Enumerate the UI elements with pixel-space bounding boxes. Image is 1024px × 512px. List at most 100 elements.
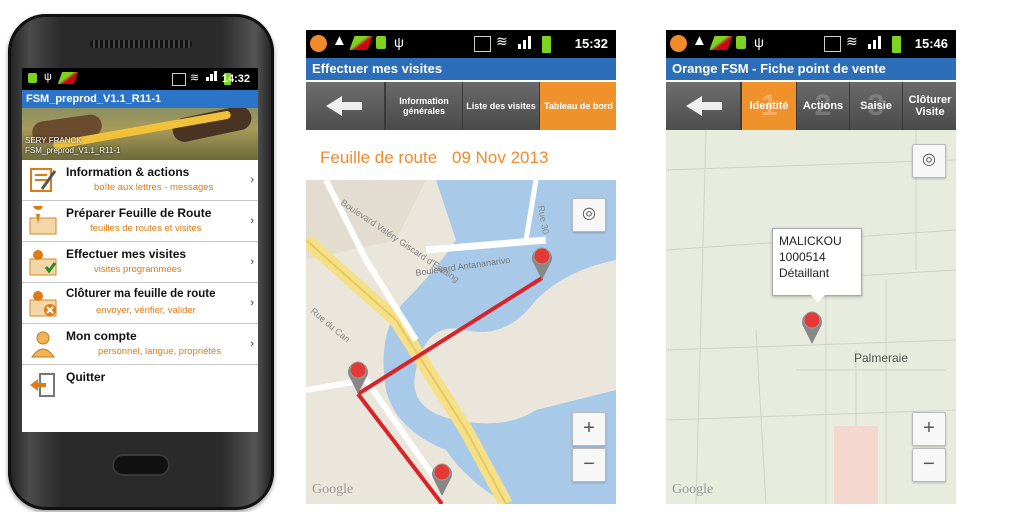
back-button[interactable] <box>306 82 385 130</box>
route-sheet-date: 09 Nov 2013 <box>452 148 549 167</box>
app-title: Effectuer mes visites <box>306 58 616 80</box>
zoom-in-button[interactable]: + <box>912 412 946 446</box>
banner-image: SERY FRANCK FSM_preprod_V1.1_R11-1 <box>22 108 258 160</box>
map-pin-icon[interactable] <box>802 311 822 344</box>
my-location-button[interactable]: ◎ <box>912 144 946 178</box>
orange-app-icon <box>670 35 687 52</box>
map-canvas: Boulevard Valéry Giscard d'Estaing Boule… <box>306 180 616 504</box>
vibrate-icon <box>474 36 491 52</box>
phone1-screen: ψ ≋ 14:32 FSM_preprod_V1.1_R11-1 SERY FR… <box>22 68 258 432</box>
signal-icon <box>206 71 220 85</box>
menu-item-title: Quitter <box>66 370 106 384</box>
menu-item-information-actions[interactable]: Information & actions boîte aux lettres … <box>22 160 258 201</box>
pos-type: Détaillant <box>779 266 830 280</box>
usb-icon: ψ <box>754 34 764 50</box>
zoom-in-button[interactable]: + <box>572 412 606 446</box>
signal-icon <box>868 35 884 53</box>
tab-actions[interactable]: 2 Actions <box>796 82 849 130</box>
my-location-button[interactable]: ◎ <box>572 198 606 232</box>
tab-tableau-de-bord[interactable]: Tableau de bord <box>539 82 616 130</box>
google-watermark: Google <box>312 482 354 497</box>
wifi-icon: ≋ <box>846 33 858 49</box>
speaker-grille <box>90 40 192 48</box>
tab-label: Identité <box>749 100 789 112</box>
map-visits-icon <box>29 250 57 276</box>
menu-item-title: Préparer Feuille de Route <box>66 206 212 220</box>
menu-item-preparer-feuille[interactable]: Préparer Feuille de Route feuilles de ro… <box>22 201 258 242</box>
zoom-out-button[interactable]: − <box>912 448 946 482</box>
chevron-right-icon: › <box>250 256 254 268</box>
menu-item-mon-compte[interactable]: Mon compte personnel, langue, propriétés… <box>22 324 258 365</box>
status-time: 15:46 <box>914 36 948 51</box>
menu-item-quitter[interactable]: Quitter <box>22 365 258 405</box>
pos-info-callout[interactable]: MALICKOU 1000514 Détaillant <box>772 228 862 303</box>
wifi-icon: ≋ <box>190 72 200 84</box>
menu-item-subtitle: envoyer, vérifier, valider <box>96 305 196 316</box>
app-notification-icon <box>57 72 79 84</box>
chevron-right-icon: › <box>250 297 254 309</box>
menu-item-subtitle: boîte aux lettres - messages <box>94 182 214 193</box>
app-title: FSM_preprod_V1.1_R11-1 <box>22 90 258 108</box>
status-time: 14:32 <box>221 73 250 85</box>
nav-bar: 1 Identité 2 Actions 3 Saisie Clôturer V… <box>666 82 956 130</box>
vibrate-icon <box>824 36 841 52</box>
route-map[interactable]: Boulevard Valéry Giscard d'Estaing Boule… <box>306 180 616 504</box>
status-bar: ▲ ψ ≋ 15:46 <box>666 30 956 58</box>
signal-icon <box>518 35 534 53</box>
area-label: Palmeraie <box>854 351 908 365</box>
user-account-icon <box>31 331 55 358</box>
map-close-icon <box>29 291 57 317</box>
pos-code: 1000514 <box>779 250 826 264</box>
chevron-right-icon: › <box>250 215 254 227</box>
tab-cloturer-visite[interactable]: Clôturer Visite <box>902 82 956 130</box>
home-button[interactable] <box>112 454 170 476</box>
banner-user: SERY FRANCK <box>25 136 82 145</box>
google-watermark: Google <box>672 482 714 497</box>
map-prepare-icon <box>29 206 57 235</box>
orange-app-icon <box>310 35 327 52</box>
app-title: Orange FSM - Fiche point de vente <box>666 58 956 80</box>
status-bar: ▲ ψ ≋ 15:32 <box>306 30 616 58</box>
tab-label: Actions <box>802 100 844 112</box>
tab-identite[interactable]: 1 Identité <box>741 82 796 130</box>
menu-item-cloturer-feuille[interactable]: Clôturer ma feuille de route envoyer, vé… <box>22 283 258 324</box>
tab-information-generales[interactable]: Information générales <box>385 82 462 130</box>
map-block <box>834 426 878 504</box>
android-notification-icon <box>28 73 37 83</box>
warning-icon: ▲ <box>692 32 707 49</box>
usb-icon: ψ <box>44 71 52 83</box>
chevron-right-icon: › <box>250 338 254 350</box>
zoom-out-button[interactable]: − <box>572 448 606 482</box>
menu-item-title: Information & actions <box>66 165 190 179</box>
map-pin-icon[interactable] <box>432 463 452 496</box>
phone2-screen: ▲ ψ ≋ 15:32 Effectuer mes visites Inform… <box>306 30 616 504</box>
menu-item-subtitle: feuilles de routes et visites <box>90 223 202 234</box>
status-time: 15:32 <box>574 36 608 51</box>
menu-item-title: Mon compte <box>66 329 137 343</box>
phone-mockup: ψ ≋ 14:32 FSM_preprod_V1.1_R11-1 SERY FR… <box>8 14 274 510</box>
tab-saisie[interactable]: 3 Saisie <box>849 82 902 130</box>
chevron-right-icon: › <box>250 174 254 186</box>
street-label: Rue du Can <box>309 306 352 345</box>
usb-icon: ψ <box>394 34 404 50</box>
point-of-sale-map[interactable]: Palmeraie MALICKOU 1000514 Détaillant ◎ … <box>666 130 956 504</box>
route-sheet-label: Feuille de route <box>320 148 438 167</box>
tab-label: Saisie <box>860 100 892 112</box>
menu-item-subtitle: visites programmées <box>94 264 182 275</box>
banner-version: FSM_preprod_V1.1_R11-1 <box>25 146 121 155</box>
wifi-icon: ≋ <box>496 33 508 49</box>
app-notification-icon <box>709 36 733 50</box>
menu-item-effectuer-visites[interactable]: Effectuer mes visites visites programmée… <box>22 242 258 283</box>
android-notification-icon <box>376 36 386 49</box>
back-button[interactable] <box>666 82 741 130</box>
location-target-icon: ◎ <box>582 205 596 222</box>
battery-icon <box>542 36 551 53</box>
menu-item-title: Clôturer ma feuille de route <box>66 288 216 300</box>
tab-liste-visites[interactable]: Liste des visites <box>462 82 539 130</box>
exit-icon <box>30 373 55 397</box>
pos-name: MALICKOU <box>779 234 842 248</box>
menu-item-subtitle: personnel, langue, propriétés <box>98 346 222 357</box>
status-bar: ψ ≋ 14:32 <box>22 68 258 90</box>
battery-icon <box>892 36 901 53</box>
info-actions-icon <box>30 168 57 192</box>
